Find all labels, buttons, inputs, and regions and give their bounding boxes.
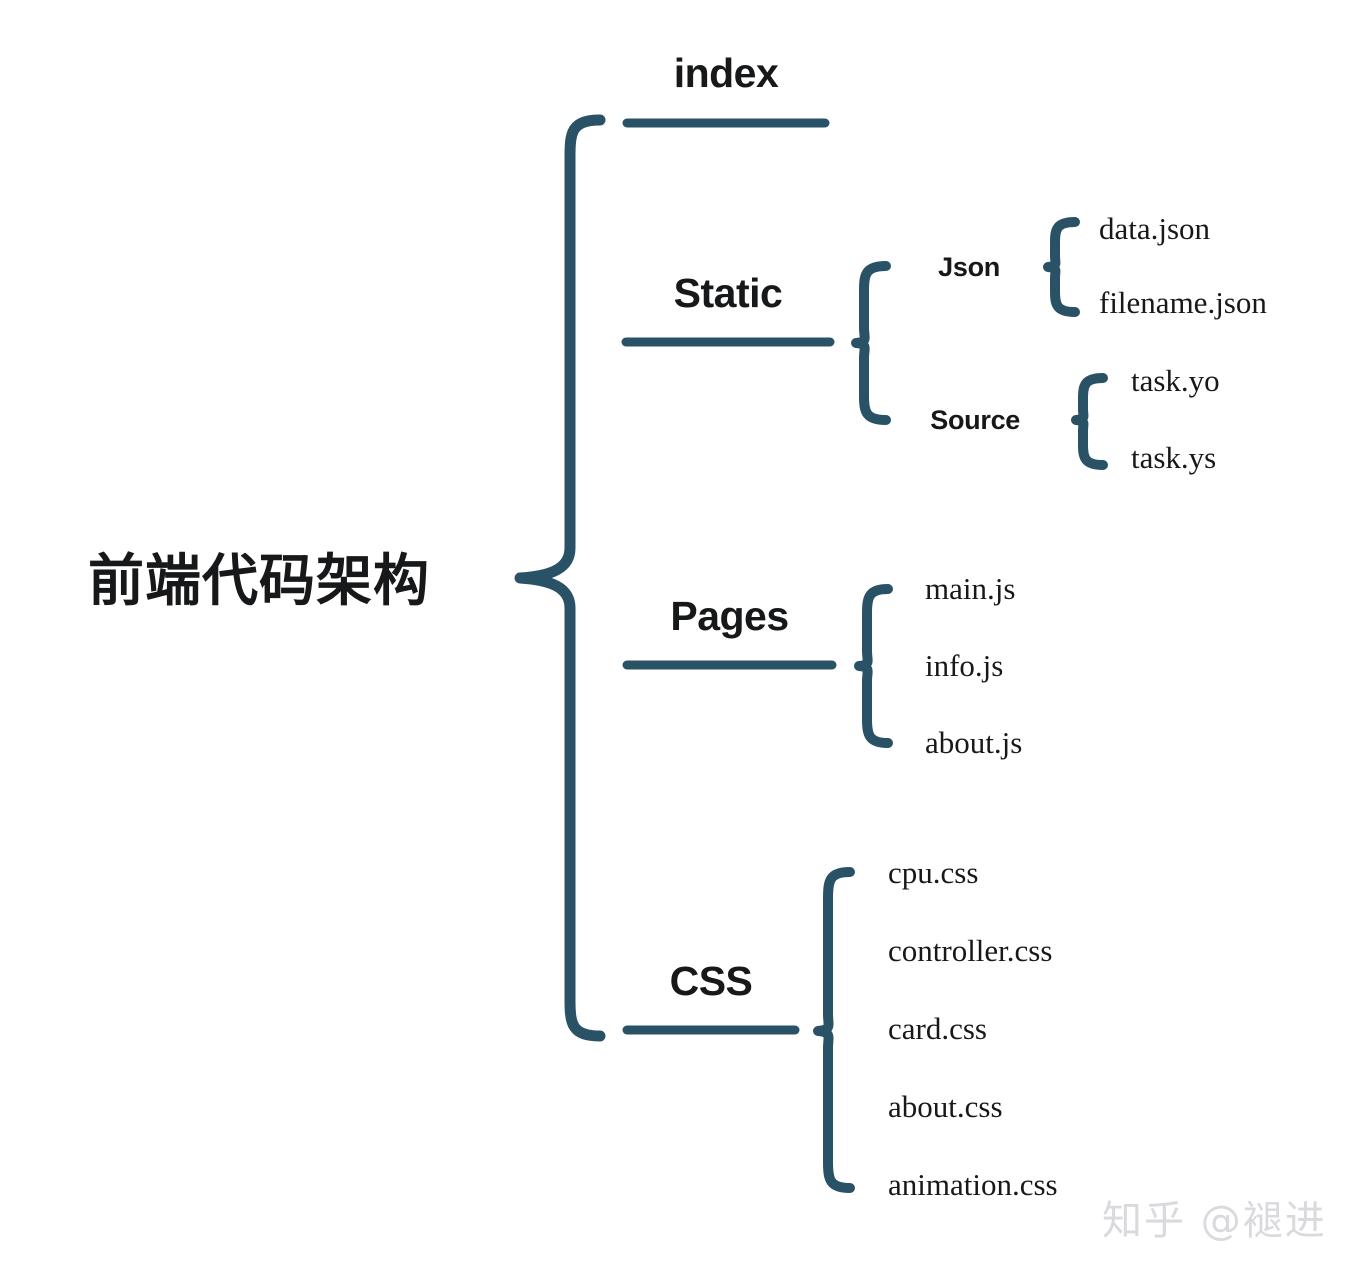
leaf-controller-css: controller.css [888,933,1053,968]
json-brace [1043,217,1080,317]
leaf-filename-json: filename.json [1099,285,1267,320]
branch-label-json: Json [938,252,1000,282]
leaf-task-yo: task.yo [1131,363,1220,398]
leaf-task-ys: task.ys [1131,440,1217,475]
root-title: 前端代码架构 [88,549,430,614]
pages-brace [854,584,893,748]
leaf-about-js: about.js [925,725,1023,760]
zhihu-watermark: 知乎 @褪进 [1102,1198,1327,1244]
branch-label-pages: Pages [670,593,789,639]
branch-label-index: index [673,50,779,96]
leaf-data-json: data.json [1099,211,1211,246]
branch-label-css: CSS [669,958,753,1004]
branch-label-static: Static [673,270,783,316]
leaf-card-css: card.css [888,1011,987,1046]
leaf-about-css: about.css [888,1089,1003,1124]
leaf-main-js: main.js [925,571,1016,606]
static-brace [851,261,891,425]
leaf-animation-css: animation.css [888,1167,1058,1202]
source-brace [1071,373,1108,470]
leaf-cpu-css: cpu.css [888,855,979,890]
root-brace [514,114,606,1042]
branch-label-source: Source [930,405,1020,435]
leaf-info-js: info.js [925,648,1004,683]
css-brace [813,867,855,1193]
